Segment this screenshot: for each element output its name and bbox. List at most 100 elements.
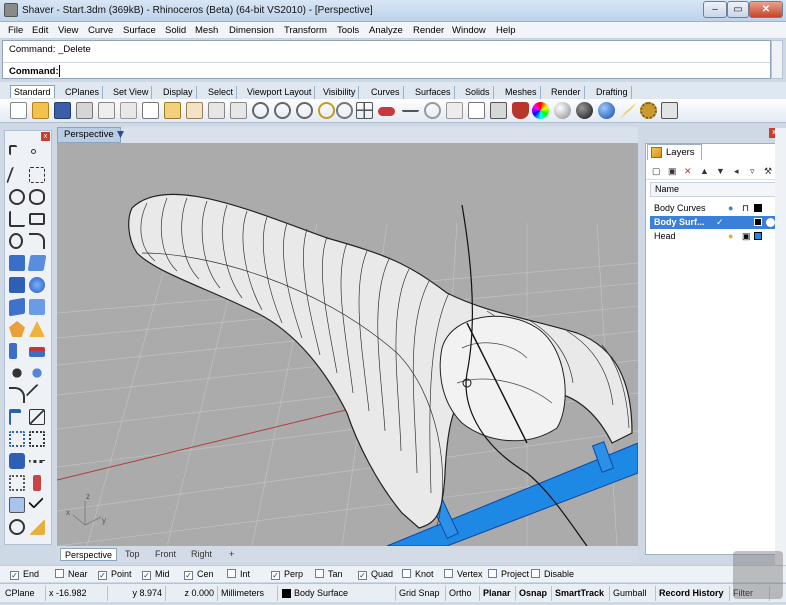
curve-cv-icon[interactable]	[29, 167, 45, 183]
tab-select[interactable]: Select	[205, 86, 238, 99]
scale-icon[interactable]	[29, 409, 45, 425]
tab-drafting[interactable]: Drafting	[593, 86, 632, 99]
gradient-icon[interactable]	[9, 343, 17, 359]
analyze-icon[interactable]	[9, 497, 25, 513]
circle-tool-icon[interactable]	[9, 189, 25, 205]
tab-visibility[interactable]: Visibility	[320, 86, 360, 99]
osnap-near[interactable]: Near	[55, 569, 88, 580]
grid-snap-toggle[interactable]: Grid Snap	[396, 586, 446, 601]
osnap-disable[interactable]: Disable	[531, 569, 574, 580]
tab-meshes[interactable]: Meshes	[502, 86, 541, 99]
maximize-button[interactable]: ▭	[727, 1, 749, 18]
lock-icon[interactable]: ▣	[742, 230, 751, 243]
explode-points-icon[interactable]	[9, 365, 25, 381]
checkbox-icon[interactable]	[55, 569, 64, 578]
tab-top[interactable]: Top	[121, 548, 144, 561]
check-icon[interactable]	[28, 493, 44, 509]
menu-mesh[interactable]: Mesh	[195, 25, 218, 36]
layer-color-swatch[interactable]	[754, 232, 762, 240]
select-arrow-icon[interactable]	[9, 145, 17, 155]
checkbox-icon[interactable]	[531, 569, 540, 578]
boolean-icon[interactable]	[9, 321, 25, 337]
checkbox-icon[interactable]: ✓	[271, 571, 280, 580]
osnap-project[interactable]: Project	[488, 569, 529, 580]
gumball-toggle[interactable]: Gumball	[610, 586, 656, 601]
rotate-icon[interactable]	[25, 383, 49, 407]
line-icon[interactable]	[402, 102, 419, 112]
sphere-blue-icon[interactable]	[598, 102, 615, 119]
arc-icon[interactable]	[9, 211, 25, 227]
redo-icon[interactable]	[230, 102, 247, 119]
collapse-icon[interactable]: ◂	[734, 166, 739, 177]
layer-row-selected[interactable]: Body Surf... ✓	[650, 216, 776, 229]
tab-curves[interactable]: Curves	[368, 86, 404, 99]
tools-icon[interactable]: ⚒	[764, 166, 772, 177]
checkbox-icon[interactable]	[402, 569, 411, 578]
command-scrollbar[interactable]	[771, 40, 783, 79]
zoom-extents-icon[interactable]	[296, 102, 313, 119]
sphere-gray-icon[interactable]	[554, 102, 571, 119]
zoom-selected-icon[interactable]	[318, 102, 335, 119]
units-label[interactable]: Millimeters	[218, 586, 278, 601]
ellipse-icon[interactable]	[29, 189, 45, 205]
layer-color-swatch[interactable]	[754, 204, 762, 212]
record-history-toggle[interactable]: Record History	[656, 586, 730, 601]
cube-icon[interactable]	[490, 102, 507, 119]
osnap-vertex[interactable]: Vertex	[444, 569, 483, 580]
transform-icon[interactable]	[661, 102, 678, 119]
osnap-knot[interactable]: Knot	[402, 569, 434, 580]
color-wheel-icon[interactable]	[532, 102, 549, 119]
box-icon[interactable]	[9, 277, 25, 293]
command-input[interactable]	[59, 65, 759, 77]
explode-icon[interactable]	[29, 321, 45, 337]
paste-icon[interactable]	[164, 102, 181, 119]
polyline-icon[interactable]	[6, 167, 24, 183]
polygon-icon[interactable]	[9, 233, 23, 249]
viewport-title[interactable]: Perspective	[57, 127, 121, 143]
zoom-icon[interactable]	[252, 102, 269, 119]
palette-close-icon[interactable]: x	[41, 132, 50, 141]
menu-analyze[interactable]: Analyze	[369, 25, 403, 36]
menu-view[interactable]: View	[58, 25, 78, 36]
render-preview-icon[interactable]	[9, 519, 25, 535]
menu-solid[interactable]: Solid	[165, 25, 186, 36]
tab-render[interactable]: Render	[548, 86, 585, 99]
red-marker-icon[interactable]	[33, 475, 41, 491]
layer-color-swatch[interactable]	[754, 218, 762, 226]
move-up-icon[interactable]: ▲	[700, 166, 709, 176]
layer-row[interactable]: Body Curves ● ⊓	[650, 202, 776, 215]
perspective-viewport[interactable]: z y x	[57, 143, 638, 546]
loft-icon[interactable]	[29, 299, 45, 315]
menu-dimension[interactable]: Dimension	[229, 25, 274, 36]
points-grid-icon[interactable]	[9, 475, 25, 491]
circle-icon[interactable]	[424, 102, 441, 119]
grid-array-icon[interactable]	[29, 431, 45, 447]
menu-curve[interactable]: Curve	[88, 25, 113, 36]
smarttrack-toggle[interactable]: SmartTrack	[552, 586, 610, 601]
properties-icon[interactable]	[468, 102, 485, 119]
osnap-tan[interactable]: Tan	[315, 569, 343, 580]
open-icon[interactable]	[32, 102, 49, 119]
minimize-button[interactable]: ‒	[703, 1, 727, 18]
osnap-toggle[interactable]: Osnap	[516, 586, 552, 601]
layer-row[interactable]: Head ● ▣	[650, 230, 776, 243]
osnap-point[interactable]: ✓ Point	[98, 569, 132, 580]
lightbulb-icon[interactable]: ●	[728, 202, 733, 215]
filter-icon[interactable]: ▿	[750, 166, 755, 177]
menu-file[interactable]: File	[8, 25, 23, 36]
osnap-mid[interactable]: ✓ Mid	[142, 569, 170, 580]
dimension-icon[interactable]	[29, 453, 45, 463]
surface-edge-icon[interactable]	[27, 255, 47, 271]
group-icon[interactable]	[29, 365, 45, 381]
checkbox-icon[interactable]	[315, 569, 324, 578]
osnap-int[interactable]: Int	[227, 569, 250, 580]
fillet-icon[interactable]	[29, 233, 45, 249]
delete-layer-icon[interactable]: ✕	[684, 166, 692, 177]
checkbox-icon[interactable]: ✓	[142, 571, 151, 580]
save-icon[interactable]	[54, 102, 71, 119]
array-icon[interactable]	[9, 431, 25, 447]
menu-render[interactable]: Render	[413, 25, 444, 36]
cplane-label[interactable]: CPlane	[2, 586, 46, 601]
tab-surfaces[interactable]: Surfaces	[412, 86, 455, 99]
menu-tools[interactable]: Tools	[337, 25, 359, 36]
